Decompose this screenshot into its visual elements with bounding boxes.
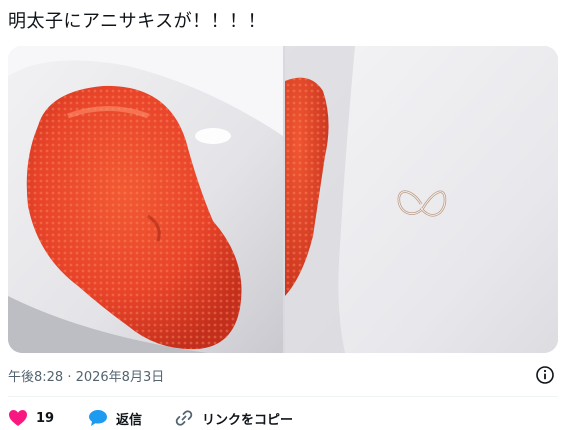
reply-label: 返信 (116, 412, 143, 428)
post-text: 明太子にアニサキスが！！！！ (8, 11, 267, 32)
media-grid (8, 46, 558, 353)
info-circle-icon[interactable] (535, 365, 555, 385)
copy-link-button[interactable]: リンクをコピー (174, 407, 293, 429)
photo-mentaiko[interactable] (8, 46, 283, 353)
link-icon (175, 410, 193, 426)
like-count: 19 (36, 410, 55, 426)
heart-icon (9, 410, 27, 426)
post-meta: 午後8:28 · 2026年8月3日 (8, 366, 164, 385)
timestamp[interactable]: 午後8:28 · 2026年8月3日 (8, 366, 164, 385)
reply-button[interactable]: 返信 (88, 407, 142, 429)
photo-anisakis[interactable] (285, 46, 558, 353)
divider (8, 396, 558, 397)
speech-bubble-icon (89, 410, 107, 426)
like-button[interactable]: 19 (8, 407, 54, 429)
copy-link-label: リンクをコピー (202, 412, 294, 428)
